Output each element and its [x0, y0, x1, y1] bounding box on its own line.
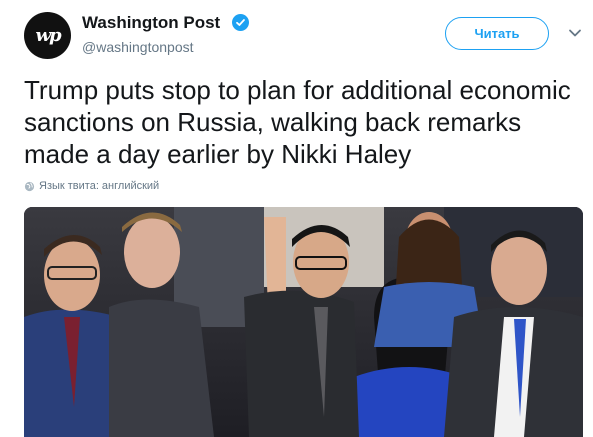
chevron-down-icon[interactable] [568, 26, 582, 40]
tweet-language: Язык твита: английский [24, 180, 159, 192]
language-note: Язык твита: английский [39, 180, 160, 192]
account-handle[interactable]: @washingtonpost [82, 39, 194, 55]
globe-icon [24, 181, 35, 191]
photo-image [24, 207, 583, 437]
verified-icon [232, 14, 249, 31]
tweet-text: Trump puts stop to plan for additional e… [24, 75, 571, 169]
account-name[interactable]: Washington Post [82, 13, 220, 33]
avatar[interactable]: wp [24, 12, 71, 59]
tweet-photo[interactable] [24, 207, 583, 437]
follow-button[interactable]: Читать [445, 17, 549, 50]
avatar-logo-text: wp [35, 25, 61, 46]
